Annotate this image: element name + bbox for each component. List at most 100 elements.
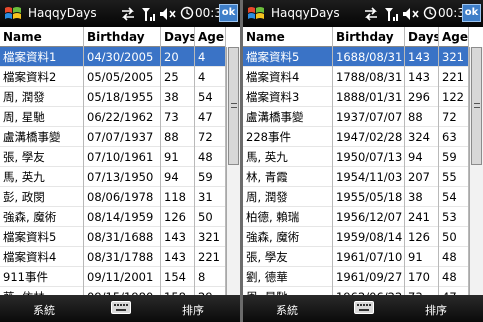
clock-icon bbox=[180, 6, 194, 20]
cell-days: 118 bbox=[161, 187, 195, 207]
ok-button[interactable]: ok bbox=[462, 4, 481, 22]
cell-days: 91 bbox=[161, 147, 195, 167]
table-row[interactable]: 張, 學友 1961/07/10 91 48 bbox=[243, 247, 469, 267]
app-title: HaqqyDays bbox=[28, 6, 97, 20]
scrollbar[interactable] bbox=[226, 47, 240, 295]
softkey-system[interactable]: 系統 bbox=[33, 302, 55, 318]
column-header-days[interactable]: Days bbox=[405, 27, 439, 47]
table-row[interactable]: 強森, 魔術 08/14/1959 126 50 bbox=[0, 207, 226, 227]
cell-name: 張, 學友 bbox=[243, 247, 333, 267]
cell-days: 126 bbox=[161, 207, 195, 227]
table-row[interactable]: 周, 星馳1962/06/227347 bbox=[243, 287, 469, 295]
cell-birthday: 1962/06/22 bbox=[333, 287, 405, 295]
table-row[interactable]: 張, 學友 07/10/1961 91 48 bbox=[0, 147, 226, 167]
sync-icon bbox=[122, 7, 134, 21]
cell-days: 91 bbox=[405, 247, 439, 267]
table-row[interactable]: 檔案資料5 1688/08/31 143 321 bbox=[243, 47, 469, 67]
table-row[interactable]: 檔案資料1 04/30/2005 20 4 bbox=[0, 47, 226, 67]
cell-age: 53 bbox=[439, 207, 469, 227]
signal-icon bbox=[142, 8, 155, 21]
cell-birthday: 1950/07/13 bbox=[333, 147, 405, 167]
table-row[interactable]: 檔案資料4 08/31/1788 143 221 bbox=[0, 247, 226, 267]
cell-age: 63 bbox=[439, 127, 469, 147]
keyboard-icon[interactable] bbox=[354, 301, 374, 314]
table-header: Name Birthday Days Age bbox=[0, 27, 226, 47]
table-row[interactable]: 葵, 依林09/15/198015829 bbox=[0, 287, 226, 295]
table-row[interactable]: 檔案資料5 08/31/1688 143 321 bbox=[0, 227, 226, 247]
table-row[interactable]: 檔案資料3 1888/01/31 296 122 bbox=[243, 87, 469, 107]
column-header-name[interactable]: Name bbox=[243, 27, 333, 47]
table-row[interactable]: 強森, 魔術 1959/08/14 126 50 bbox=[243, 227, 469, 247]
table-row[interactable]: 周, 潤發 1955/05/18 38 54 bbox=[243, 187, 469, 207]
cell-age: 31 bbox=[195, 187, 226, 207]
ok-button[interactable]: ok bbox=[219, 4, 238, 22]
column-header-birthday[interactable]: Birthday bbox=[333, 27, 405, 47]
cell-name: 林, 青霞 bbox=[243, 167, 333, 187]
cell-birthday: 07/10/1961 bbox=[84, 147, 161, 167]
cell-days: 73 bbox=[161, 107, 195, 127]
windows-start-icon[interactable] bbox=[246, 4, 266, 23]
column-header-birthday[interactable]: Birthday bbox=[84, 27, 161, 47]
cell-birthday: 1961/07/10 bbox=[333, 247, 405, 267]
table-row[interactable]: 劉, 德華 1961/09/27 170 48 bbox=[243, 267, 469, 287]
table-row[interactable]: 盧溝橋事變 07/07/1937 88 72 bbox=[0, 127, 226, 147]
cell-days: 241 bbox=[405, 207, 439, 227]
table-row[interactable]: 馬, 英九 1950/07/13 94 59 bbox=[243, 147, 469, 167]
cell-birthday: 08/31/1688 bbox=[84, 227, 161, 247]
cell-name: 張, 學友 bbox=[0, 147, 84, 167]
cell-name: 彭, 政閔 bbox=[0, 187, 84, 207]
scrollbar[interactable] bbox=[469, 47, 483, 295]
cell-age: 48 bbox=[195, 147, 226, 167]
cell-name: 檔案資料5 bbox=[243, 47, 333, 67]
scroll-thumb[interactable] bbox=[228, 47, 239, 165]
table-header: Name Birthday Days Age bbox=[243, 27, 469, 47]
cell-name: 911事件 bbox=[0, 267, 84, 287]
cell-days: 88 bbox=[161, 127, 195, 147]
cell-age: 72 bbox=[439, 107, 469, 127]
table-row[interactable]: 周, 潤發 05/18/1955 38 54 bbox=[0, 87, 226, 107]
cell-age: 54 bbox=[439, 187, 469, 207]
keyboard-icon[interactable] bbox=[111, 301, 131, 314]
cell-name: 周, 星馳 bbox=[243, 287, 333, 295]
cell-age: 4 bbox=[195, 67, 226, 87]
cell-days: 25 bbox=[161, 67, 195, 87]
table-row[interactable]: 911事件 09/11/2001 154 8 bbox=[0, 267, 226, 287]
table-row[interactable]: 周, 星馳 06/22/1962 73 47 bbox=[0, 107, 226, 127]
cell-age: 72 bbox=[195, 127, 226, 147]
column-header-days[interactable]: Days bbox=[161, 27, 195, 47]
scroll-thumb[interactable] bbox=[471, 47, 482, 165]
column-header-age[interactable]: Age bbox=[439, 27, 469, 47]
cell-name: 檔案資料1 bbox=[0, 47, 84, 67]
table-row[interactable]: 盧溝橋事變 1937/07/07 88 72 bbox=[243, 107, 469, 127]
cell-age: 50 bbox=[439, 227, 469, 247]
cell-name: 葵, 依林 bbox=[0, 287, 84, 295]
table-row[interactable]: 228事件 1947/02/28 324 63 bbox=[243, 127, 469, 147]
cell-birthday: 07/07/1937 bbox=[84, 127, 161, 147]
table-row[interactable]: 檔案資料4 1788/08/31 143 221 bbox=[243, 67, 469, 87]
softkey-sort[interactable]: 排序 bbox=[425, 302, 447, 318]
cell-days: 20 bbox=[161, 47, 195, 67]
cell-days: 170 bbox=[405, 267, 439, 287]
cell-name: 強森, 魔術 bbox=[243, 227, 333, 247]
softkey-system[interactable]: 系統 bbox=[276, 302, 298, 318]
softkey-sort[interactable]: 排序 bbox=[182, 302, 204, 318]
cell-days: 38 bbox=[161, 87, 195, 107]
cell-name: 檔案資料5 bbox=[0, 227, 84, 247]
cell-birthday: 09/15/1980 bbox=[84, 287, 161, 295]
column-header-age[interactable]: Age bbox=[195, 27, 226, 47]
table-row[interactable]: 柏德, 賴瑞 1956/12/07 241 53 bbox=[243, 207, 469, 227]
table-row[interactable]: 彭, 政閔 08/06/1978 118 31 bbox=[0, 187, 226, 207]
cell-name: 強森, 魔術 bbox=[0, 207, 84, 227]
cell-birthday: 05/18/1955 bbox=[84, 87, 161, 107]
cell-days: 143 bbox=[161, 227, 195, 247]
table-row[interactable]: 馬, 英九 07/13/1950 94 59 bbox=[0, 167, 226, 187]
column-header-name[interactable]: Name bbox=[0, 27, 84, 47]
cell-days: 296 bbox=[405, 87, 439, 107]
title-bar: HaqqyDays 00:36 ok bbox=[243, 0, 483, 27]
windows-start-icon[interactable] bbox=[3, 4, 23, 23]
cell-days: 94 bbox=[161, 167, 195, 187]
table-row[interactable]: 林, 青霞 1954/11/03 207 55 bbox=[243, 167, 469, 187]
cell-age: 54 bbox=[195, 87, 226, 107]
left-device-screen: HaqqyDays 00:36 ok Name Birthday Days Ag… bbox=[0, 0, 240, 322]
table-row[interactable]: 檔案資料2 05/05/2005 25 4 bbox=[0, 67, 226, 87]
